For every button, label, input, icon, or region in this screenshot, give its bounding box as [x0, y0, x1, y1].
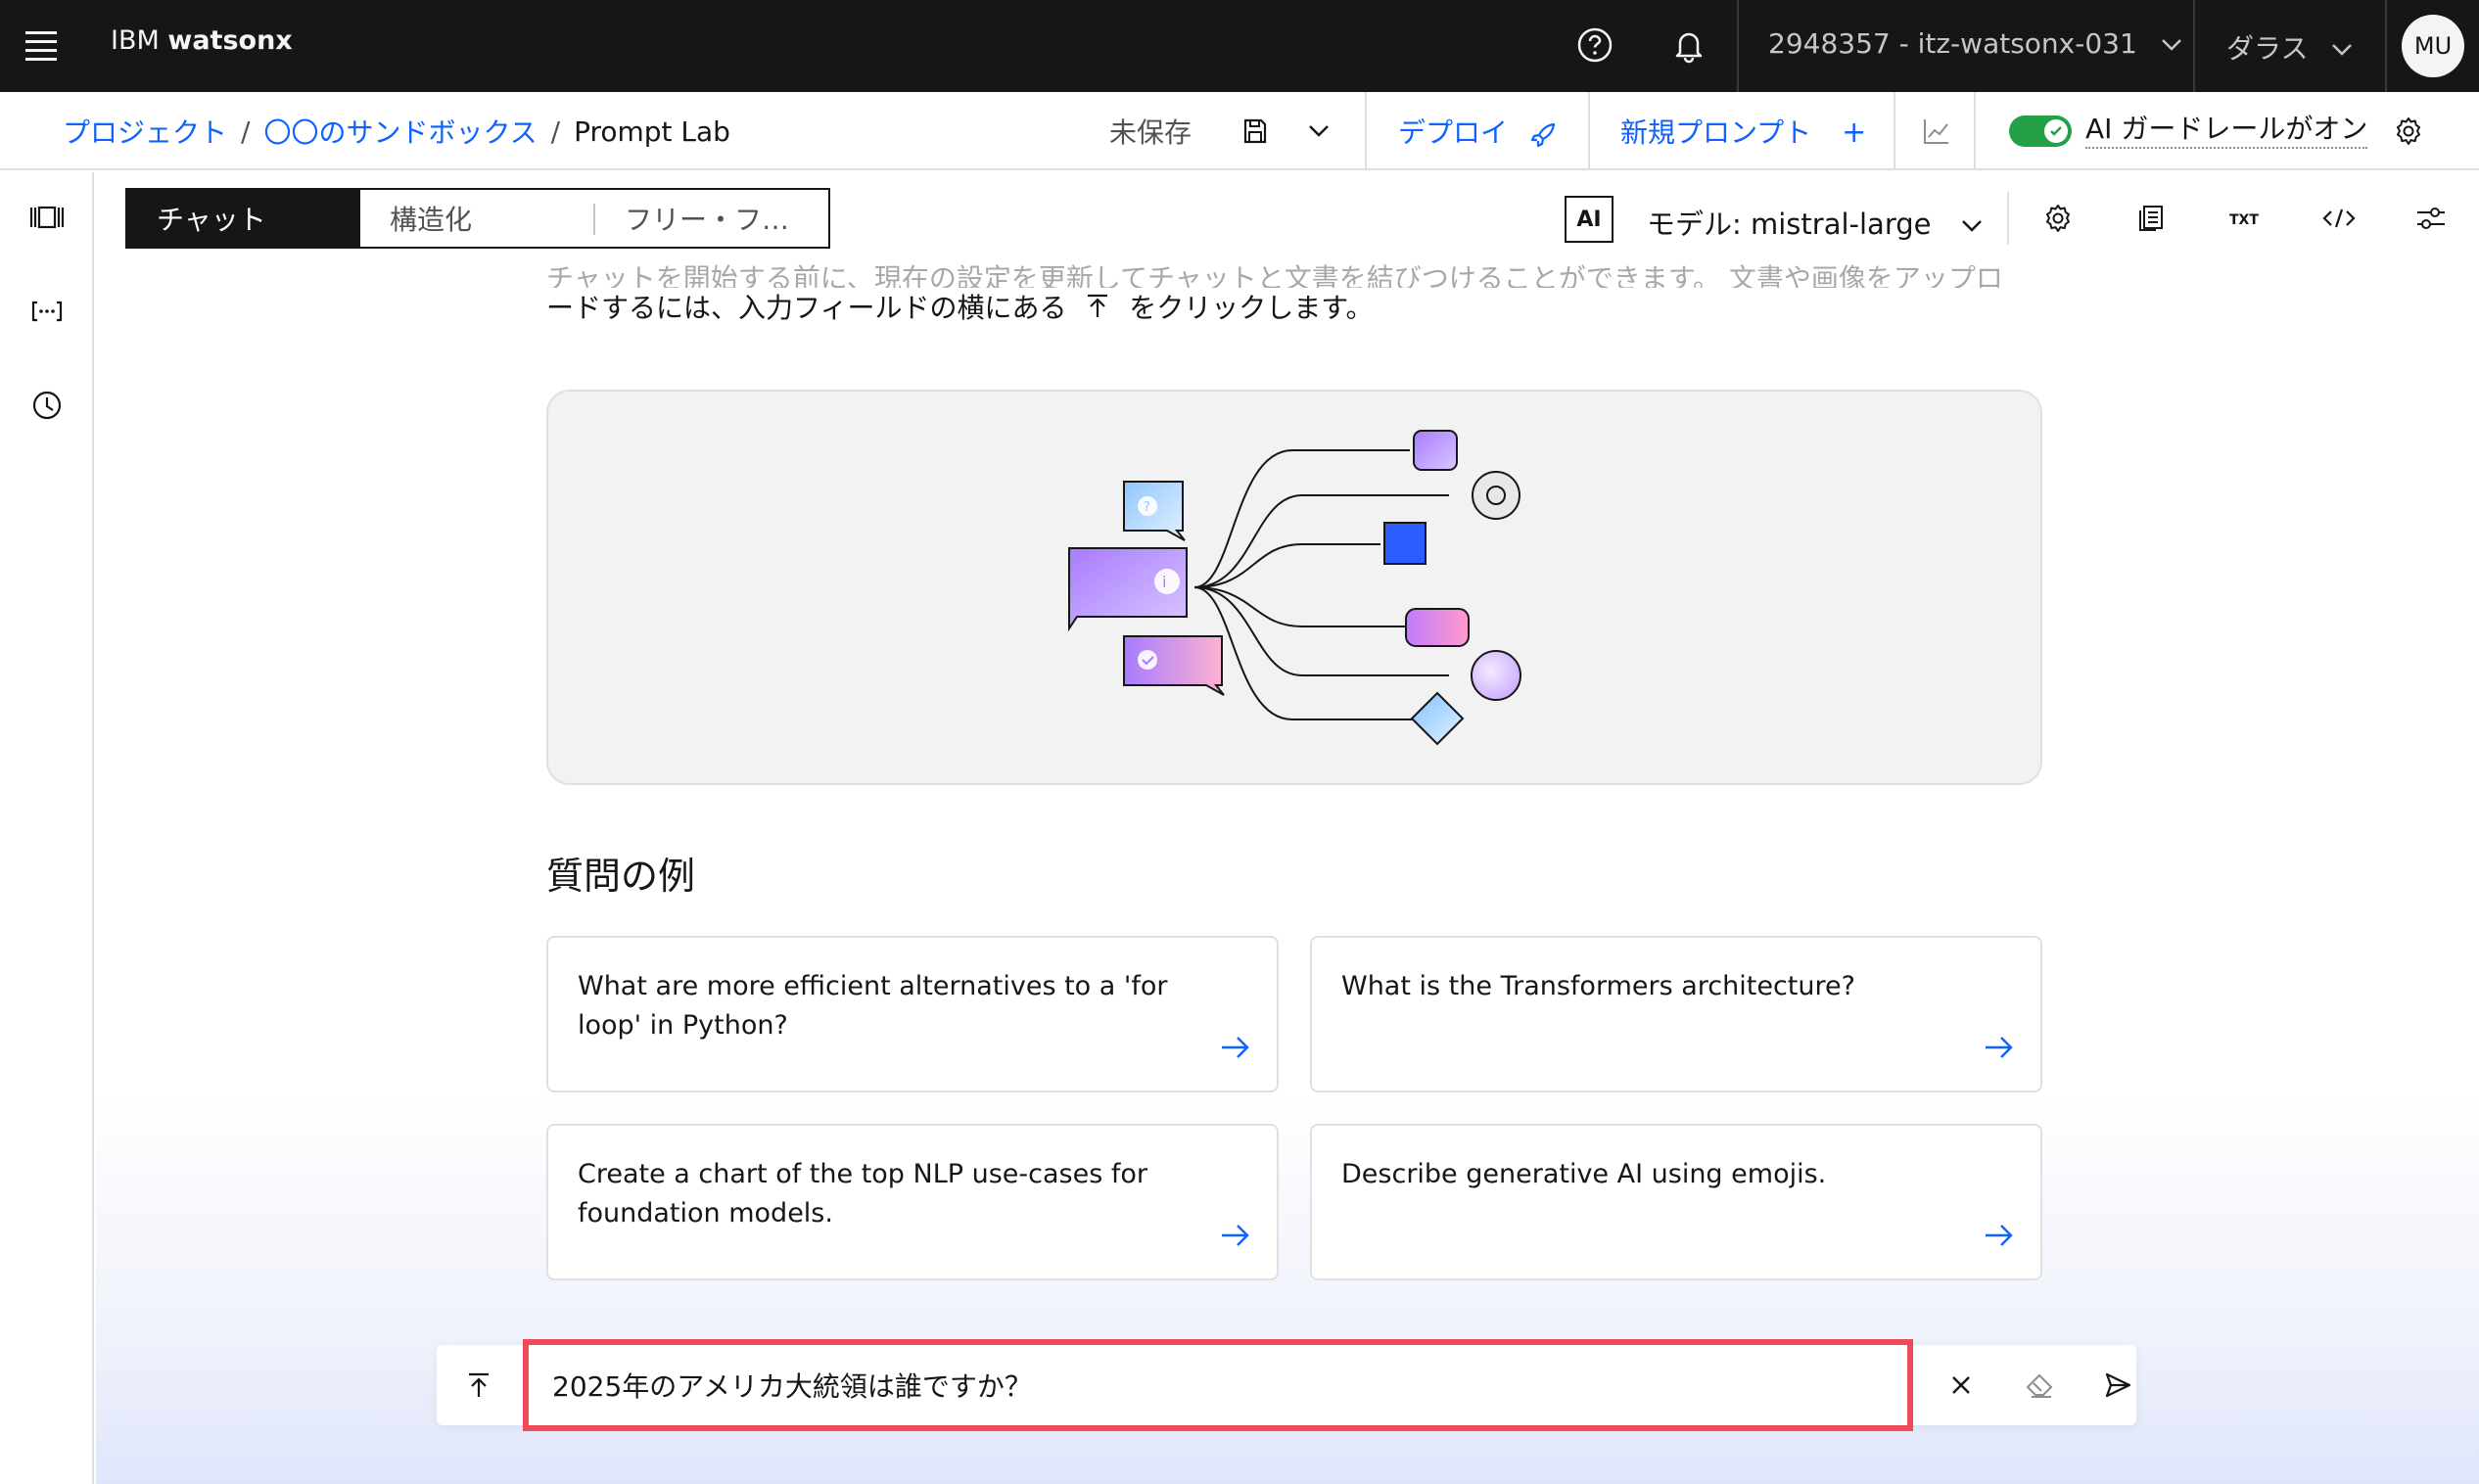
- eraser-icon[interactable]: [2017, 1363, 2062, 1408]
- new-prompt-label: 新規プロンプト: [1620, 116, 1812, 149]
- save-status: 未保存: [1109, 116, 1193, 149]
- breadcrumb-sandbox-link[interactable]: 〇〇のサンドボックス: [263, 112, 537, 151]
- example-prompt-card[interactable]: What is the Transformers architecture?: [1310, 936, 2042, 1092]
- info-bubble-icon: i: [1068, 547, 1188, 632]
- documents-icon[interactable]: [2128, 196, 2174, 241]
- checkmark-icon: [2050, 126, 2062, 136]
- model-label: モデル: mistral-large: [1647, 208, 1932, 241]
- sample-prompts-icon[interactable]: [23, 194, 70, 241]
- toggle-knob: [2044, 119, 2068, 143]
- region-switcher[interactable]: ダラス: [2226, 27, 2354, 67]
- txt-export-icon[interactable]: TXT: [2222, 196, 2268, 241]
- code-icon[interactable]: [2316, 196, 2362, 241]
- arrow-right-icon: [1986, 1225, 2013, 1246]
- chevron-down-icon: [2332, 44, 2353, 56]
- clear-input-close-icon[interactable]: [1939, 1363, 1984, 1408]
- example-prompt-card[interactable]: Describe generative AI using emojis.: [1310, 1124, 2042, 1280]
- left-rail: [0, 172, 94, 1484]
- intro-line-2-after: をクリックします。: [1129, 292, 1374, 324]
- chat-intro-text: チャットを開始する前に、現在の設定を更新してチャットと文書を結びつけることができ…: [546, 258, 2044, 329]
- product-brand[interactable]: IBM watsonx: [111, 25, 293, 56]
- model-selector[interactable]: モデル: mistral-large: [1647, 202, 1984, 243]
- chat-input-bar: 2025年のアメリカ大統領は誰ですか？: [437, 1339, 2136, 1431]
- mode-switcher: チャット 構造化 フリー・フ…: [125, 188, 830, 249]
- main-content: チャット 構造化 フリー・フ… AI モデル: mistral-large TX…: [96, 172, 2479, 1484]
- breadcrumb-bar: プロジェクト / 〇〇のサンドボックス / Prompt Lab 未保存 デプロ…: [0, 92, 2479, 170]
- account-switcher[interactable]: 2948357 - itz-watsonx-031: [1768, 27, 2183, 60]
- region-label: ダラス: [2226, 32, 2309, 65]
- arrow-right-icon: [1986, 1037, 2013, 1058]
- tab-structured[interactable]: 構造化: [360, 190, 595, 247]
- breadcrumb-separator: /: [241, 115, 251, 148]
- user-avatar[interactable]: MU: [2402, 15, 2464, 77]
- top-header: IBM watsonx 2948357 - itz-watsonx-031 ダラ…: [0, 0, 2479, 92]
- header-divider: [2193, 0, 2195, 92]
- example-prompt-card[interactable]: Create a chart of the top NLP use-cases …: [546, 1124, 1279, 1280]
- prompt-toolbar: チャット 構造化 フリー・フ… AI モデル: mistral-large TX…: [96, 172, 2479, 266]
- rocket-icon: [1530, 122, 1556, 148]
- toolbar-divider: [1894, 92, 1895, 168]
- send-icon[interactable]: [2095, 1363, 2140, 1408]
- question-bubble-icon: ?: [1123, 481, 1186, 541]
- chat-message-input[interactable]: 2025年のアメリカ大統領は誰ですか？: [523, 1339, 1913, 1431]
- upload-icon: [1088, 294, 1108, 317]
- analytics-chart-icon[interactable]: [1915, 110, 1958, 153]
- chevron-down-icon: [2161, 39, 2181, 51]
- intro-line-1: チャットを開始する前に、現在の設定を更新してチャットと文書を結びつけることができ…: [546, 262, 2003, 288]
- arrow-right-icon: [1222, 1037, 1249, 1058]
- settings-sliders-icon[interactable]: [2409, 196, 2454, 241]
- example-prompt-text: What are more efficient alternatives to …: [578, 971, 1168, 1041]
- prompt-variables-icon[interactable]: [23, 288, 70, 335]
- account-label: 2948357 - itz-watsonx-031: [1768, 27, 2137, 60]
- example-prompt-card[interactable]: What are more efficient alternatives to …: [546, 936, 1279, 1092]
- example-prompt-text: Describe generative AI using emojis.: [1341, 1159, 1827, 1189]
- tab-chat[interactable]: チャット: [127, 190, 360, 247]
- example-prompt-text: What is the Transformers architecture?: [1341, 971, 1855, 1001]
- svg-text:i: i: [1162, 573, 1166, 591]
- ai-badge-icon: AI: [1565, 196, 1614, 243]
- new-prompt-button[interactable]: 新規プロンプト +: [1620, 112, 1866, 151]
- tab-freeform[interactable]: フリー・フ…: [595, 190, 828, 247]
- breadcrumb-separator: /: [550, 115, 561, 148]
- intro-line-2-before: ードするには、入力フィールドの横にある: [546, 292, 1067, 324]
- breadcrumb-projects-link[interactable]: プロジェクト: [63, 112, 227, 151]
- breadcrumb-current: Prompt Lab: [574, 115, 730, 148]
- chevron-down-icon: [1961, 220, 1982, 232]
- arrow-right-icon: [1222, 1225, 1249, 1246]
- toolbar-divider: [2007, 192, 2009, 245]
- header-divider: [2385, 0, 2387, 92]
- guardrail-toggle[interactable]: [2009, 116, 2072, 147]
- flow-diagram-illustration: ? i: [1068, 430, 1521, 746]
- svg-text:?: ?: [1144, 500, 1150, 515]
- example-prompt-text: Create a chart of the top NLP use-cases …: [578, 1159, 1148, 1229]
- toolbar-divider: [1974, 92, 1976, 168]
- hamburger-menu-icon[interactable]: [22, 26, 61, 66]
- examples-heading: 質問の例: [546, 855, 696, 898]
- save-options-chevron-icon[interactable]: [1297, 110, 1340, 153]
- deploy-button[interactable]: デプロイ: [1398, 112, 1560, 151]
- toolbar-divider: [1365, 92, 1367, 168]
- notification-bell-icon[interactable]: [1666, 23, 1711, 68]
- guardrail-label[interactable]: AI ガードレールがオン: [2085, 112, 2368, 149]
- deploy-label: デプロイ: [1398, 116, 1509, 149]
- chat-illustration: ? i: [546, 390, 2042, 785]
- check-bubble-icon: [1123, 635, 1225, 696]
- history-clock-icon[interactable]: [23, 382, 70, 429]
- model-parameters-gear-icon[interactable]: [2035, 196, 2081, 241]
- brand-name: watsonx: [167, 25, 293, 56]
- breadcrumb: プロジェクト / 〇〇のサンドボックス / Prompt Lab: [63, 112, 730, 151]
- svg-text:TXT: TXT: [2229, 212, 2259, 228]
- upload-file-icon[interactable]: [456, 1363, 501, 1408]
- header-divider: [1737, 0, 1739, 92]
- help-icon[interactable]: [1572, 23, 1617, 68]
- save-icon[interactable]: [1234, 110, 1277, 153]
- plus-icon: +: [1842, 116, 1867, 150]
- brand-prefix: IBM: [111, 25, 160, 56]
- guardrail-settings-gear-icon[interactable]: [2387, 110, 2430, 153]
- toolbar-divider: [1588, 92, 1590, 168]
